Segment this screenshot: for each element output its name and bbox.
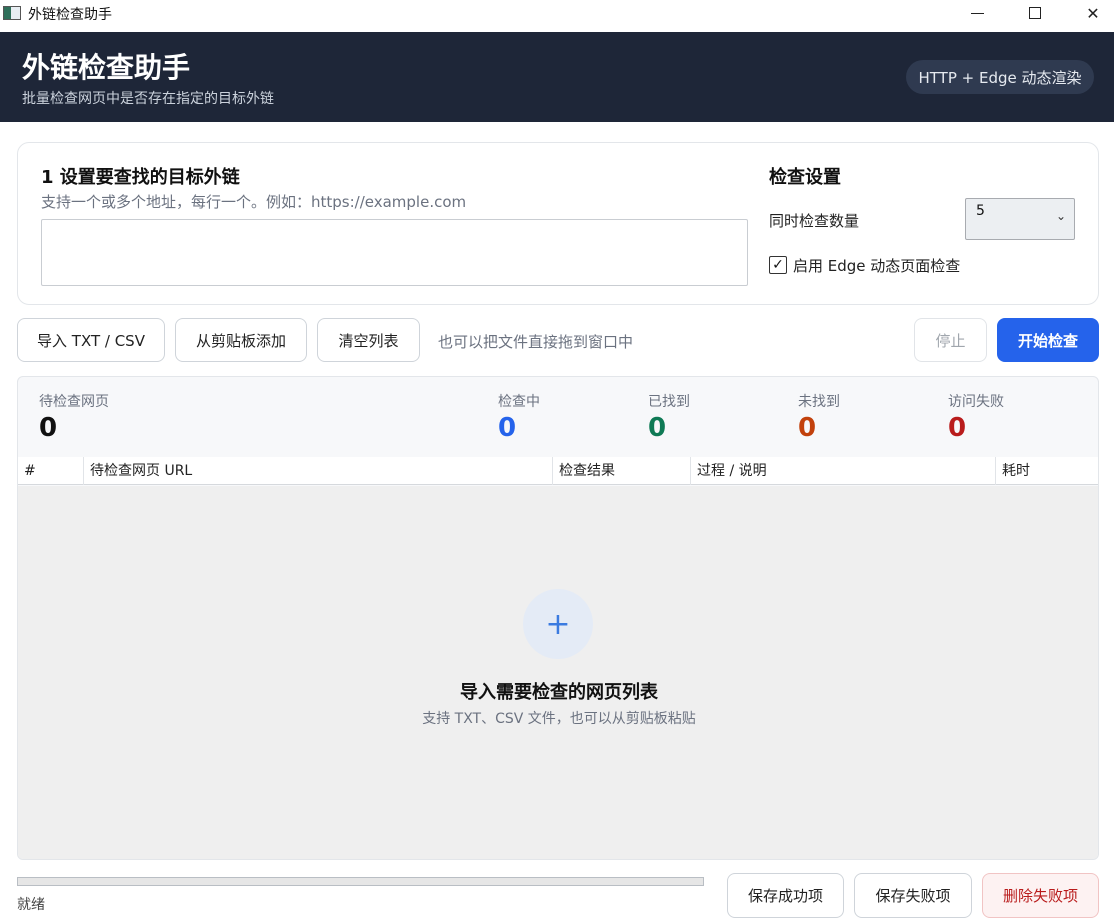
mode-badge: HTTP + Edge 动态渲染 — [906, 60, 1094, 94]
stat-found-label: 已找到 — [648, 394, 690, 410]
stat-failed-label: 访问失败 — [948, 394, 1004, 410]
empty-state-hint: 支持 TXT、CSV 文件，也可以从剪贴板粘贴 — [422, 711, 696, 727]
stat-not-found-value: 0 — [798, 413, 817, 443]
stat-found: 已找到 0 — [648, 391, 690, 443]
edge-dynamic-checkbox[interactable]: ✓ — [769, 256, 787, 274]
save-failed-button[interactable]: 保存失败项 — [854, 873, 972, 918]
drop-hint: 也可以把文件直接拖到窗口中 — [438, 333, 634, 351]
start-check-button[interactable]: 开始检查 — [997, 318, 1099, 362]
table-header: # 待检查网页 URL 检查结果 过程 / 说明 耗时 — [18, 457, 1098, 485]
minimize-button[interactable] — [948, 0, 1006, 26]
minimize-icon — [970, 12, 984, 14]
concurrency-value: 5 — [976, 203, 985, 219]
empty-state-title: 导入需要检查的网页列表 — [460, 682, 658, 703]
stat-failed: 访问失败 0 — [948, 391, 1004, 443]
column-header-duration[interactable]: 耗时 — [996, 457, 1098, 485]
chevron-down-icon: ⌄ — [1055, 209, 1066, 223]
stat-pending: 待检查网页 0 — [39, 391, 109, 443]
column-header-result[interactable]: 检查结果 — [553, 457, 691, 485]
target-settings-card: 1 设置要查找的目标外链 支持一个或多个地址，每行一个。例如：https://e… — [17, 142, 1099, 305]
delete-failed-button[interactable]: 删除失败项 — [982, 873, 1099, 918]
target-section-title: 1 设置要查找的目标外链 — [41, 167, 240, 188]
stat-not-found-label: 未找到 — [798, 394, 840, 410]
settings-title: 检查设置 — [769, 167, 841, 188]
results-panel: 待检查网页 0 检查中 0 已找到 0 未找到 0 访问失败 0 # 待检查网页… — [17, 376, 1099, 860]
concurrency-label: 同时检查数量 — [769, 212, 860, 230]
check-icon: ✓ — [772, 257, 784, 273]
add-from-clipboard-button[interactable]: 从剪贴板添加 — [175, 318, 307, 362]
app-icon — [3, 6, 21, 20]
stat-not-found: 未找到 0 — [798, 391, 840, 443]
target-links-input[interactable] — [41, 219, 748, 286]
column-header-index[interactable]: # — [18, 457, 84, 485]
stat-checking-label: 检查中 — [498, 394, 540, 410]
app-subtitle: 批量检查网页中是否存在指定的目标外链 — [22, 91, 274, 107]
column-header-url[interactable]: 待检查网页 URL — [84, 457, 553, 485]
close-button[interactable]: ✕ — [1064, 0, 1114, 26]
stat-pending-value: 0 — [39, 413, 58, 443]
table-body-empty-state[interactable]: + 导入需要检查的网页列表 支持 TXT、CSV 文件，也可以从剪贴板粘贴 — [18, 486, 1098, 859]
stat-found-value: 0 — [648, 413, 667, 443]
stat-checking: 检查中 0 — [498, 391, 540, 443]
maximize-button[interactable] — [1006, 0, 1064, 26]
stop-button[interactable]: 停止 — [914, 318, 987, 362]
stat-checking-value: 0 — [498, 413, 517, 443]
app-title: 外链检查助手 — [22, 51, 191, 84]
stat-failed-value: 0 — [948, 413, 967, 443]
maximize-icon — [1029, 7, 1041, 19]
stat-pending-label: 待检查网页 — [39, 394, 109, 410]
concurrency-select[interactable]: 5 ⌄ — [965, 198, 1075, 240]
close-icon: ✕ — [1086, 3, 1100, 23]
progress-bar — [17, 877, 704, 886]
window-titlebar: 外链检查助手 ✕ — [0, 0, 1114, 32]
plus-icon[interactable]: + — [523, 589, 593, 659]
clear-list-button[interactable]: 清空列表 — [317, 318, 420, 362]
save-success-button[interactable]: 保存成功项 — [727, 873, 844, 918]
target-hint: 支持一个或多个地址，每行一个。例如：https://example.com — [41, 193, 467, 211]
import-file-button[interactable]: 导入 TXT / CSV — [17, 318, 165, 362]
app-header: 外链检查助手 批量检查网页中是否存在指定的目标外链 HTTP + Edge 动态… — [0, 32, 1114, 122]
column-header-process[interactable]: 过程 / 说明 — [691, 457, 996, 485]
edge-dynamic-label[interactable]: 启用 Edge 动态页面检查 — [793, 255, 960, 276]
window-title: 外链检查助手 — [28, 7, 112, 23]
status-text: 就绪 — [17, 897, 45, 913]
